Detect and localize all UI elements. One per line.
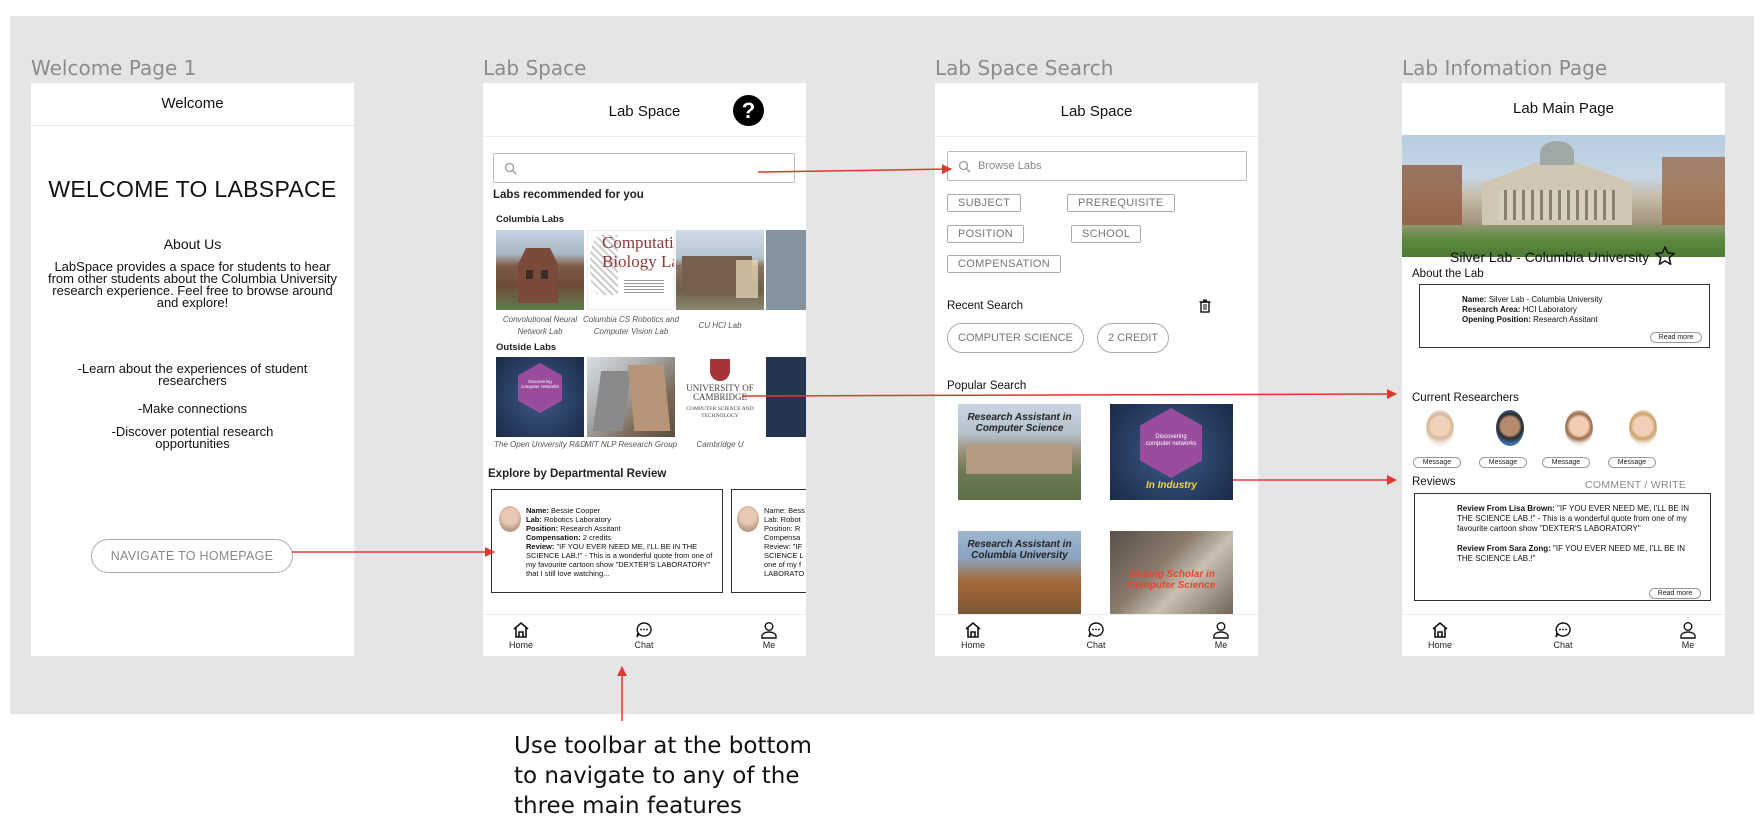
arrow-search-to-search-screen	[757, 164, 952, 175]
toolbar-annotation: Use toolbar at the bottom to navigate to…	[514, 733, 812, 819]
flow-arrows	[292, 164, 1397, 721]
arrow-cambridge-to-lab-info	[741, 389, 1397, 400]
